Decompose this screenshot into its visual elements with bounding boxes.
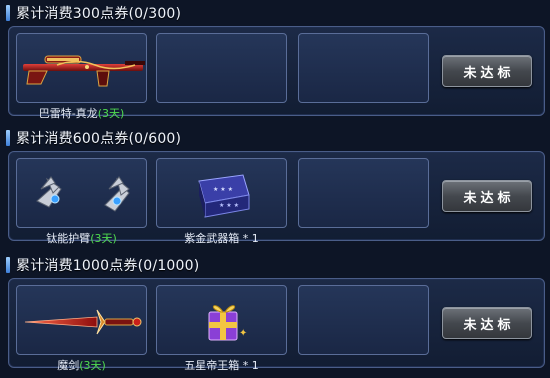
item-duration: (3天) — [79, 359, 106, 372]
item-label: 紫金武器箱 * 1 — [156, 230, 287, 246]
tier-marker-icon — [6, 257, 10, 273]
tier-marker-icon — [6, 130, 10, 146]
purple-gold-weapon-case-icon: ★ ★ ★ ★ ★ ★ — [198, 174, 250, 218]
tier-title: 累计消费300点券(0/300) — [16, 6, 182, 22]
svg-text:★ ★ ★: ★ ★ ★ — [213, 186, 233, 193]
tier-title: 累计消费600点券(0/600) — [16, 131, 182, 147]
item-name: 五星帝王箱 * 1 — [184, 359, 259, 372]
reward-slot-2[interactable]: ★ ★ ★ ★ ★ ★ — [156, 158, 287, 228]
reward-slot-3 — [298, 285, 429, 355]
reward-slot-3 — [298, 33, 429, 103]
tier-marker-icon — [6, 5, 10, 21]
tier-title: 累计消费1000点券(0/1000) — [16, 258, 200, 274]
tier-panel: 巴雷特-真龙(3天) 未达标 — [8, 26, 545, 120]
reward-slot-1[interactable] — [16, 158, 147, 228]
item-label: 魔剑(3天) — [16, 357, 147, 373]
reward-slot-1[interactable] — [16, 285, 147, 355]
tier-header: 累计消费300点券(0/300) — [0, 0, 550, 26]
reward-slot-2[interactable]: ✦ — [156, 285, 287, 355]
five-star-emperor-box-icon: ✦ — [208, 305, 247, 341]
barrett-dragon-sniper-rifle-icon — [23, 55, 145, 87]
not-reached-button[interactable]: 未达标 — [442, 307, 532, 339]
item-name: 巴雷特-真龙 — [38, 107, 98, 120]
item-label: 巴雷特-真龙(3天) — [16, 105, 147, 121]
item-duration: (3天) — [90, 232, 117, 245]
demon-sword-icon — [24, 309, 142, 335]
tier-header: 累计消费600点券(0/600) — [0, 125, 550, 151]
tier-panel: ✦ 魔剑(3天) 五星帝王箱 * 1 未达标 — [8, 278, 545, 372]
not-reached-button[interactable]: 未达标 — [442, 180, 532, 212]
item-label: 钛能护臂(3天) — [16, 230, 147, 246]
item-name: 紫金武器箱 * 1 — [184, 232, 259, 245]
reward-slot-3 — [298, 158, 429, 228]
svg-text:✦: ✦ — [239, 328, 247, 339]
reward-slot-2 — [156, 33, 287, 103]
item-duration: (3天) — [97, 107, 125, 120]
reward-slot-1[interactable] — [16, 33, 147, 103]
item-label: 五星帝王箱 * 1 — [156, 357, 287, 373]
item-name: 钛能护臂 — [46, 232, 91, 245]
not-reached-button[interactable]: 未达标 — [442, 55, 532, 87]
item-name: 魔剑 — [57, 359, 80, 372]
svg-text:★ ★ ★: ★ ★ ★ — [219, 202, 239, 209]
tier-panel: ★ ★ ★ ★ ★ ★ 钛能护臂(3天) 紫金武器箱 * 1 未达标 — [8, 151, 545, 245]
titanium-arm-guards-icon — [36, 176, 130, 212]
tier-header: 累计消费1000点券(0/1000) — [0, 252, 550, 278]
